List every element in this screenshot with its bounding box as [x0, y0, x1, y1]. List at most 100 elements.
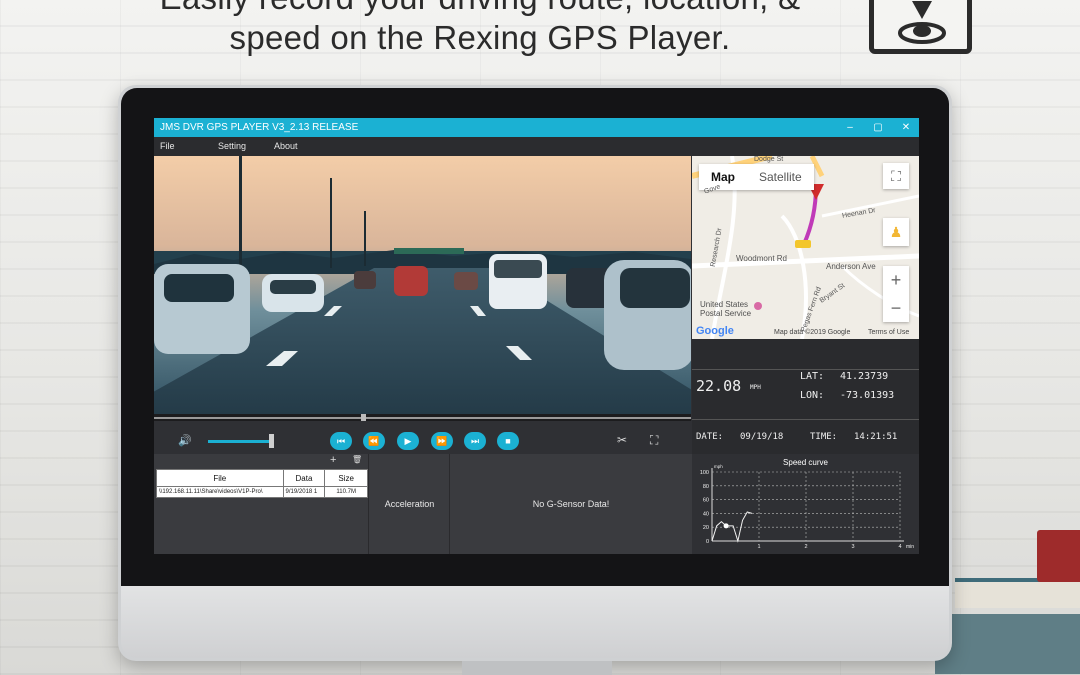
- file-date-cell: 9/19/2018 1: [282, 486, 326, 498]
- speed-curve-plot: 0 20 40 60 80 100 1 2 3 4 mph min: [700, 464, 914, 550]
- pegman-icon: ♟: [889, 224, 903, 240]
- seek-knob[interactable]: [361, 414, 366, 421]
- add-file-button[interactable]: +: [330, 454, 336, 466]
- fast-forward-icon: ⏩: [436, 436, 448, 446]
- y-tick-label: 0: [706, 539, 709, 545]
- time-value: 14:21:51: [854, 432, 898, 442]
- speed-series-line: [711, 511, 753, 543]
- tab-satellite[interactable]: Satellite: [747, 164, 814, 190]
- rewind-button[interactable]: ⏪: [363, 432, 385, 450]
- monitor-stand: [462, 661, 612, 675]
- stop-button[interactable]: ■: [497, 432, 519, 450]
- map-attribution: Map data ©2019 Google: [774, 329, 851, 336]
- fullscreen-video-button[interactable]: ⛶: [650, 433, 658, 448]
- next-file-button[interactable]: ⏭: [464, 432, 486, 450]
- gps-readout: 22.08 MPH LAT: 41.23739 LON: -73.01393 D…: [692, 339, 919, 454]
- fast-forward-button[interactable]: ⏩: [431, 432, 453, 450]
- map-view[interactable]: Map Satellite ⛶ ♟ + − Woodmont Rd Anders…: [692, 156, 919, 339]
- close-button[interactable]: ✕: [899, 118, 913, 137]
- file-list-panel: + 🗑 File Data Size \\192.168.11.11\Share…: [154, 454, 369, 554]
- column-file[interactable]: File: [156, 469, 284, 487]
- zoom-in-button[interactable]: +: [883, 266, 909, 294]
- x-tick-label: 3: [851, 544, 854, 550]
- lon-label: LON:: [800, 390, 825, 401]
- column-size[interactable]: Size: [324, 469, 368, 487]
- maximize-button[interactable]: ▢: [871, 118, 885, 137]
- cut-button[interactable]: ✂: [617, 433, 627, 447]
- volume-knob[interactable]: [269, 434, 274, 448]
- street-view-button[interactable]: ♟: [883, 218, 909, 246]
- time-label: TIME:: [810, 432, 838, 442]
- lat-value: 41.23739: [840, 371, 889, 382]
- file-size-cell: 110.7M: [324, 486, 368, 498]
- x-axis-label: min: [906, 544, 914, 550]
- play-button[interactable]: ▶: [397, 432, 419, 450]
- speed-value: 22.08: [696, 377, 742, 395]
- gps-pin-icon: [898, 1, 946, 44]
- file-table: File Data Size \\192.168.11.11\Share\vid…: [156, 469, 368, 498]
- plus-icon: +: [330, 454, 337, 466]
- seek-bar[interactable]: [154, 414, 691, 421]
- fullscreen-icon: ⛶: [891, 168, 901, 184]
- video-scene: [154, 156, 691, 414]
- menu-about[interactable]: About: [268, 137, 304, 156]
- rewind-icon: ⏪: [368, 436, 380, 446]
- volume-icon[interactable]: 🔊: [178, 434, 192, 447]
- map-label-woodmont: Woodmont Rd: [736, 254, 787, 263]
- headline-line2: speed on the Rexing GPS Player.: [229, 19, 731, 56]
- tab-map[interactable]: Map: [699, 164, 747, 190]
- gps-player-window: JMS DVR GPS PLAYER V3_2.13 RELEASE – ▢ ✕…: [154, 118, 919, 554]
- trash-icon: 🗑: [352, 455, 363, 464]
- fullscreen-map-button[interactable]: ⛶: [883, 163, 909, 189]
- skip-forward-icon: ⏭: [470, 436, 480, 446]
- lat-label: LAT:: [800, 371, 825, 382]
- speed-unit: MPH: [750, 384, 761, 391]
- y-tick-label: 20: [703, 525, 709, 531]
- headline-line1: Easily record your driving route, locati…: [0, 0, 960, 18]
- y-tick-label: 40: [703, 511, 709, 517]
- prev-file-button[interactable]: ⏮: [330, 432, 352, 450]
- table-row[interactable]: \\192.168.11.11\Share\videos\V1P-Pro\ 9/…: [156, 486, 368, 498]
- map-label-usps: United States Postal Service: [700, 300, 752, 318]
- minimize-button[interactable]: –: [843, 118, 857, 137]
- gsensor-message: No G-Sensor Data!: [532, 499, 610, 509]
- stop-icon: ■: [505, 436, 511, 446]
- y-axis-label: mph: [714, 464, 723, 469]
- google-logo: Google: [696, 325, 734, 337]
- x-tick-label: 4: [898, 544, 901, 550]
- zoom-out-button[interactable]: −: [883, 294, 909, 322]
- map-label-dodge: Dodge St: [754, 156, 784, 163]
- gps-pin-logo: [869, 0, 972, 54]
- x-tick-label: 2: [804, 544, 807, 550]
- x-tick-label: 1: [757, 544, 760, 550]
- player-controls: 🔊 ⏮ ⏪ ▶ ⏩ ⏭ ■ ✂ ⛶: [154, 430, 691, 454]
- delete-file-button[interactable]: 🗑: [352, 455, 362, 464]
- y-tick-label: 100: [700, 470, 709, 476]
- menu-file[interactable]: File: [154, 137, 212, 156]
- map-label-anderson: Anderson Ave: [826, 262, 876, 271]
- books-stack: [935, 530, 1080, 675]
- file-path-cell: \\192.168.11.11\Share\videos\V1P-Pro\: [156, 486, 284, 498]
- zoom-controls: + −: [883, 266, 909, 322]
- current-position-marker: [723, 523, 729, 529]
- title-bar: JMS DVR GPS PLAYER V3_2.13 RELEASE – ▢ ✕: [154, 118, 919, 137]
- volume-slider[interactable]: [208, 440, 270, 443]
- monitor-chin: [121, 586, 949, 658]
- date-value: 09/19/18: [740, 432, 784, 442]
- play-icon: ▶: [404, 436, 412, 446]
- menu-bar: File Setting About: [154, 137, 919, 156]
- scissors-icon: ✂: [617, 433, 628, 447]
- y-tick-label: 60: [703, 498, 709, 504]
- menu-setting[interactable]: Setting: [212, 137, 268, 156]
- lon-value: -73.01393: [840, 390, 895, 401]
- map-footer: Google Map data ©2019 Google Terms of Us…: [692, 325, 919, 339]
- video-frame[interactable]: [154, 156, 691, 414]
- acceleration-label: Acceleration: [370, 454, 450, 554]
- date-label: DATE:: [696, 432, 724, 442]
- skip-back-icon: ⏮: [336, 436, 346, 446]
- map-terms-link[interactable]: Terms of Use: [868, 327, 909, 339]
- bottom-panel: + 🗑 File Data Size \\192.168.11.11\Share…: [154, 454, 919, 554]
- column-data[interactable]: Data: [282, 469, 326, 487]
- expand-icon: ⛶: [650, 433, 659, 447]
- speed-curve-chart: Speed curve 0 20 40 60 80 100 1 2 3 4 mph min: [692, 454, 919, 554]
